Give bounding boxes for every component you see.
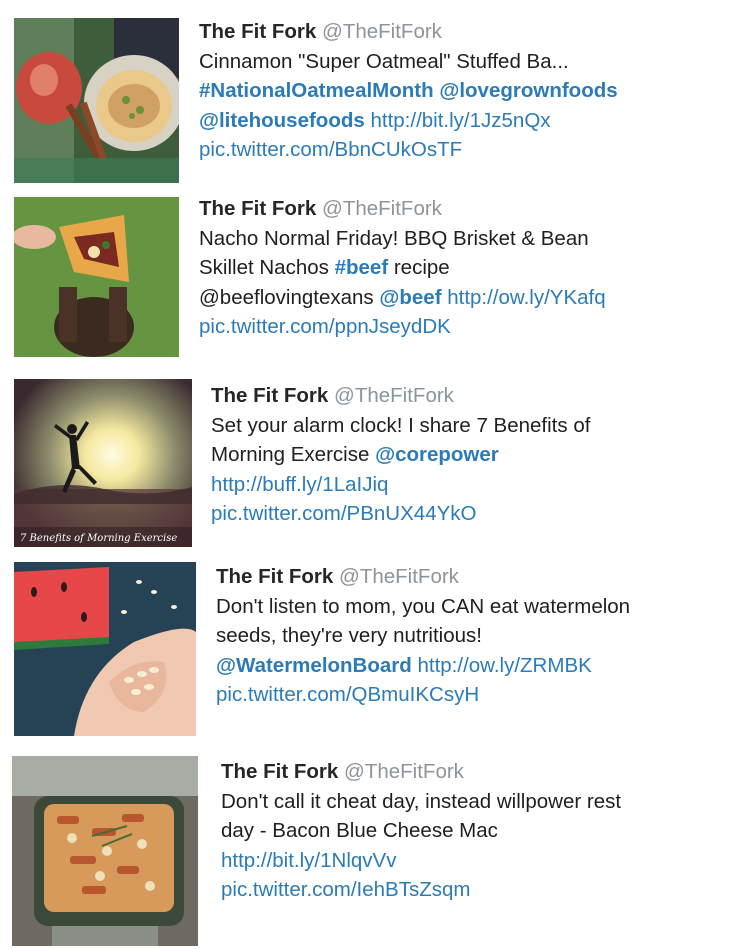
- tweet-text-line: Don't call it cheat day, instead willpow…: [221, 789, 622, 813]
- tweet-4-image[interactable]: [14, 562, 196, 736]
- url-link[interactable]: http://bit.ly/1NlqvVv: [221, 846, 621, 876]
- author-handle[interactable]: @TheFitFork: [322, 197, 442, 220]
- morning-exercise-photo: 7 Benefits of Morning Exercise: [14, 379, 192, 547]
- url-link[interactable]: http://ow.ly/ZRMBK: [417, 654, 591, 677]
- tweet-text-line: Nacho Normal Friday! BBQ Brisket & Bean: [199, 226, 589, 250]
- author-name[interactable]: The Fit Fork: [221, 760, 338, 783]
- author-name[interactable]: The Fit Fork: [216, 565, 333, 588]
- pic-link[interactable]: pic.twitter.com/PBnUX44YkO: [211, 499, 590, 529]
- tweet-5-body: The Fit Fork @TheFitFork Don't call it c…: [221, 757, 621, 905]
- author-name[interactable]: The Fit Fork: [211, 384, 328, 407]
- oatmeal-stuffed-apple-photo: [14, 18, 179, 183]
- url-link[interactable]: http://bit.ly/1Jz5nQx: [370, 109, 550, 132]
- mention-link[interactable]: @lovegrownfoods: [439, 79, 617, 102]
- tweet-text-line: Don't listen to mom, you CAN eat waterme…: [216, 594, 631, 618]
- skillet-nachos-photo: [14, 197, 179, 357]
- author-name[interactable]: The Fit Fork: [199, 20, 316, 43]
- url-link[interactable]: http://ow.ly/YKafq: [447, 286, 605, 309]
- mention-link[interactable]: @corepower: [375, 443, 499, 466]
- tweet-3-body: The Fit Fork @TheFitFork Set your alarm …: [211, 381, 590, 529]
- pic-link[interactable]: pic.twitter.com/IehBTsZsqm: [221, 875, 621, 905]
- mention-link[interactable]: @WatermelonBoard: [216, 654, 412, 677]
- tweet-5-image[interactable]: [12, 756, 198, 946]
- author-handle[interactable]: @TheFitFork: [344, 760, 464, 783]
- mention-link[interactable]: @litehousefoods: [199, 109, 365, 132]
- tweet-2-body: The Fit Fork @TheFitFork Nacho Normal Fr…: [199, 194, 606, 342]
- hashtag-link[interactable]: #NationalOatmealMonth: [199, 79, 434, 102]
- pic-link[interactable]: pic.twitter.com/BbnCUkOsTF: [199, 135, 618, 165]
- tweet-5: The Fit Fork @TheFitFork Don't call it c…: [0, 740, 750, 949]
- author-handle[interactable]: @TheFitFork: [339, 565, 459, 588]
- mention-link[interactable]: @beef: [379, 286, 441, 309]
- tweet-1-body: The Fit Fork @TheFitFork Cinnamon "Super…: [199, 17, 618, 165]
- author-handle[interactable]: @TheFitFork: [334, 384, 454, 407]
- tweet-text-line: seeds, they're very nutritious!: [216, 624, 482, 647]
- tweet-2-image[interactable]: [14, 197, 179, 357]
- tweet-4: The Fit Fork @TheFitFork Don't listen to…: [0, 550, 750, 740]
- tweet-text-line: Cinnamon "Super Oatmeal" Stuffed Ba...: [199, 49, 569, 73]
- tweet-1-image[interactable]: [14, 18, 179, 183]
- pic-link[interactable]: pic.twitter.com/ppnJseydDK: [199, 312, 606, 342]
- url-link[interactable]: http://buff.ly/1LaIJiq: [211, 470, 590, 500]
- tweet-text-segment: recipe: [393, 256, 450, 279]
- tweet-text-segment: Skillet Nachos: [199, 256, 329, 279]
- plain-mention-text: @beeflovingtexans: [199, 285, 374, 309]
- pic-link[interactable]: pic.twitter.com/QBmuIKCsyH: [216, 680, 630, 710]
- tweet-text-line: day - Bacon Blue Cheese Mac: [221, 819, 498, 842]
- tweet-text-segment: Morning Exercise: [211, 443, 370, 466]
- author-handle[interactable]: @TheFitFork: [322, 20, 442, 43]
- tweet-1: The Fit Fork @TheFitFork Cinnamon "Super…: [0, 0, 750, 190]
- tweet-2: The Fit Fork @TheFitFork Nacho Normal Fr…: [0, 190, 750, 365]
- bacon-blue-cheese-mac-photo: [12, 756, 198, 946]
- hashtag-link[interactable]: #beef: [335, 256, 389, 279]
- tweet-text-line: Set your alarm clock! I share 7 Benefits…: [211, 413, 591, 437]
- author-name[interactable]: The Fit Fork: [199, 197, 316, 220]
- tweet-4-body: The Fit Fork @TheFitFork Don't listen to…: [216, 562, 630, 710]
- tweet-3: 7 Benefits of Morning Exercise The Fit F…: [0, 365, 750, 550]
- image-caption-text: 7 Benefits of Morning Exercise: [20, 533, 177, 544]
- watermelon-seeds-photo: [14, 562, 196, 736]
- tweet-3-image[interactable]: 7 Benefits of Morning Exercise: [14, 379, 192, 547]
